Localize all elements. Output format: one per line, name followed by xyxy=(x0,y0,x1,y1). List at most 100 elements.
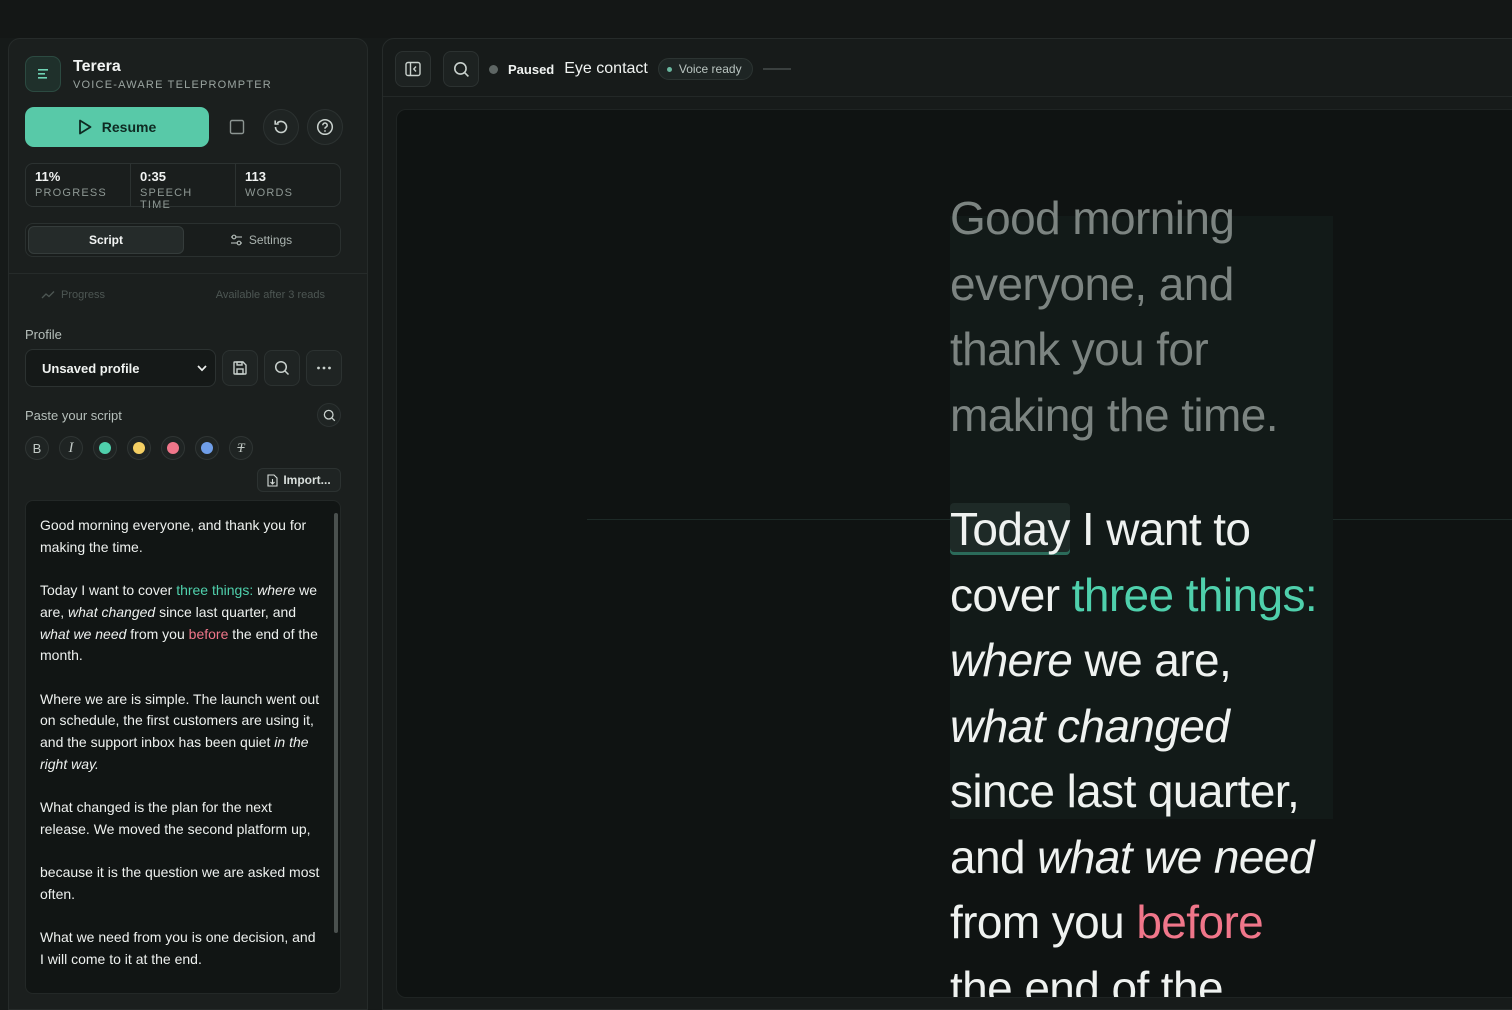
prompter-read-line: thank you for xyxy=(950,323,1209,375)
tab-settings[interactable]: Settings xyxy=(184,226,338,254)
script-pink-run: before xyxy=(188,625,229,642)
script-paragraph: What changed is the plan for the next re… xyxy=(40,797,320,840)
prompter-read-line: making the time. xyxy=(950,388,1278,441)
prompter-line: the end of the xyxy=(950,961,1224,998)
stat-words-label: WORDS xyxy=(245,187,294,199)
prompter-run: we are, xyxy=(1072,634,1232,686)
prompter-search-button[interactable] xyxy=(443,51,479,87)
search-icon xyxy=(323,409,335,421)
tab-script-label: Script xyxy=(88,233,123,247)
script-teal-run: three things: xyxy=(176,582,254,599)
script-scrollbar[interactable] xyxy=(334,513,338,933)
profile-label: Profile xyxy=(25,327,62,342)
restart-button[interactable] xyxy=(263,109,299,145)
status-dot xyxy=(489,64,498,74)
voice-status-text: Voice ready xyxy=(678,62,742,76)
script-search-button[interactable] xyxy=(317,403,341,427)
stop-button[interactable] xyxy=(219,109,255,145)
sidebar: Terera VOICE-AWARE TELEPROMPTER Resume 1… xyxy=(8,38,368,1010)
script-text-run: Good morning everyone, and thank you for… xyxy=(40,517,307,555)
prompter-italic-run: where xyxy=(950,634,1073,686)
script-text-run: Today I want to cover xyxy=(40,582,177,599)
prompter-line: where we are, xyxy=(950,628,1350,694)
sidebar-collapse-icon xyxy=(405,61,421,77)
stats-bar: 11% PROGRESS 0:35 SPEECH TIME 113 WORDS xyxy=(25,163,341,211)
help-button[interactable] xyxy=(307,109,343,145)
search-icon xyxy=(274,360,290,376)
clear-format-button[interactable]: T xyxy=(229,436,253,460)
script-text-run: because it is the question we are asked … xyxy=(40,864,320,902)
prompter-run: I want to xyxy=(1069,503,1251,555)
script-text-run: What we need from you is one decision, a… xyxy=(40,929,316,967)
profile-select[interactable]: Unsaved profile xyxy=(25,349,216,387)
more-icon xyxy=(317,366,331,370)
prompter-run: and xyxy=(950,830,1038,883)
level-meter xyxy=(762,68,791,70)
script-text-run: from you xyxy=(126,625,189,642)
script-paragraph: Today I want to cover three things: wher… xyxy=(40,580,320,667)
mode-label[interactable]: Eye contact xyxy=(564,60,648,78)
clear-format-icon: T xyxy=(237,440,245,455)
script-paragraph: because it is the question we are asked … xyxy=(40,862,320,905)
color-pink-button[interactable] xyxy=(161,436,185,460)
color-yellow-button[interactable] xyxy=(127,436,151,460)
status-text: Paused xyxy=(508,61,555,77)
prompter-read-line: everyone, and xyxy=(950,257,1234,310)
stat-progress-label: PROGRESS xyxy=(35,187,107,199)
progress-section: Progress Available after 3 reads xyxy=(41,289,325,301)
toggle-sidebar-button[interactable] xyxy=(395,51,431,87)
sidebar-tabs: Script Settings xyxy=(25,223,341,257)
voice-dot xyxy=(666,66,672,72)
tab-script[interactable]: Script xyxy=(28,226,184,254)
prompter-line: since last quarter, xyxy=(950,765,1300,817)
prompter-line: cover three things: xyxy=(950,563,1350,629)
trend-icon xyxy=(41,291,55,299)
resume-label: Resume xyxy=(101,119,157,135)
chevron-down-icon xyxy=(197,364,207,371)
prompter-pink-run: before xyxy=(1136,896,1264,948)
current-word: Today xyxy=(950,503,1070,555)
bold-button[interactable]: B xyxy=(25,436,49,460)
prompter-line: what changed xyxy=(950,694,1350,760)
save-profile-button[interactable] xyxy=(222,350,258,386)
color-blue-button[interactable] xyxy=(195,436,219,460)
voice-status-badge: Voice ready xyxy=(657,58,753,80)
prompter-toolbar: Paused Eye contact Voice ready xyxy=(383,39,1512,97)
stat-words-value: 113 xyxy=(245,169,266,184)
color-teal-button[interactable] xyxy=(93,436,117,460)
app-logo-icon xyxy=(25,56,61,92)
app-subtitle: VOICE-AWARE TELEPROMPTER xyxy=(73,78,272,91)
search-icon xyxy=(453,61,469,77)
italic-icon: I xyxy=(68,439,74,456)
playback-controls: Resume xyxy=(25,107,343,147)
italic-button[interactable]: I xyxy=(59,436,83,460)
prompter-line: and what we need xyxy=(950,825,1350,891)
search-profile-button[interactable] xyxy=(264,350,300,386)
import-file-icon xyxy=(267,473,278,487)
stop-icon xyxy=(229,119,245,135)
script-text-run: since last quarter, and xyxy=(155,603,297,620)
prompter-stage: Good morning everyone, and thank you for… xyxy=(396,109,1512,998)
script-text: Good morning everyone, and thank you for… xyxy=(40,515,320,992)
script-italic-run: what changed xyxy=(68,603,156,620)
prompter-line: Today I want to xyxy=(950,497,1350,563)
script-editor[interactable]: Good morning everyone, and thank you for… xyxy=(25,500,341,994)
prompter-text: Good morning everyone, and thank you for… xyxy=(950,186,1350,998)
stat-speech-time: 0:35 SPEECH TIME xyxy=(131,164,236,211)
paste-script-label: Paste your script xyxy=(25,408,122,423)
stat-progress: 11% PROGRESS xyxy=(26,164,131,206)
script-paragraph: Good morning everyone, and thank you for… xyxy=(40,515,320,558)
profile-more-button[interactable] xyxy=(306,350,342,386)
prompter-line: from you before xyxy=(950,890,1350,956)
format-toolbar: B I T xyxy=(25,436,263,460)
import-button[interactable]: Import... xyxy=(257,468,341,492)
brand: Terera VOICE-AWARE TELEPROMPTER xyxy=(25,55,272,93)
window-top-band xyxy=(0,0,1512,38)
resume-button[interactable]: Resume xyxy=(25,107,209,147)
prompter-italic-run: what changed xyxy=(950,699,1230,752)
bold-icon: B xyxy=(32,440,42,456)
script-text-run: What changed is the plan for the next re… xyxy=(40,799,311,837)
prompter-read-line: Good morning xyxy=(950,192,1235,244)
restart-icon xyxy=(274,120,288,134)
